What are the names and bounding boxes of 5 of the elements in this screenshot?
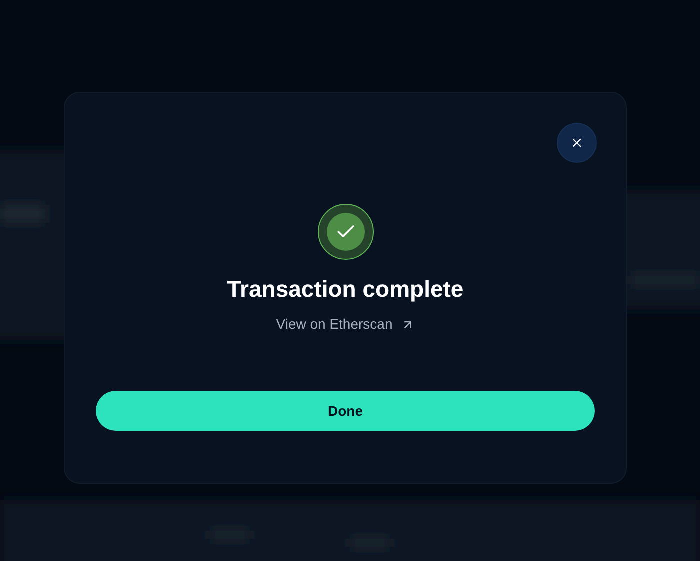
etherscan-link[interactable]: View on Etherscan	[276, 314, 415, 335]
modal-title: Transaction complete	[227, 275, 464, 304]
close-icon	[570, 136, 584, 150]
close-button[interactable]	[557, 123, 597, 163]
done-button[interactable]: Done	[96, 391, 595, 431]
